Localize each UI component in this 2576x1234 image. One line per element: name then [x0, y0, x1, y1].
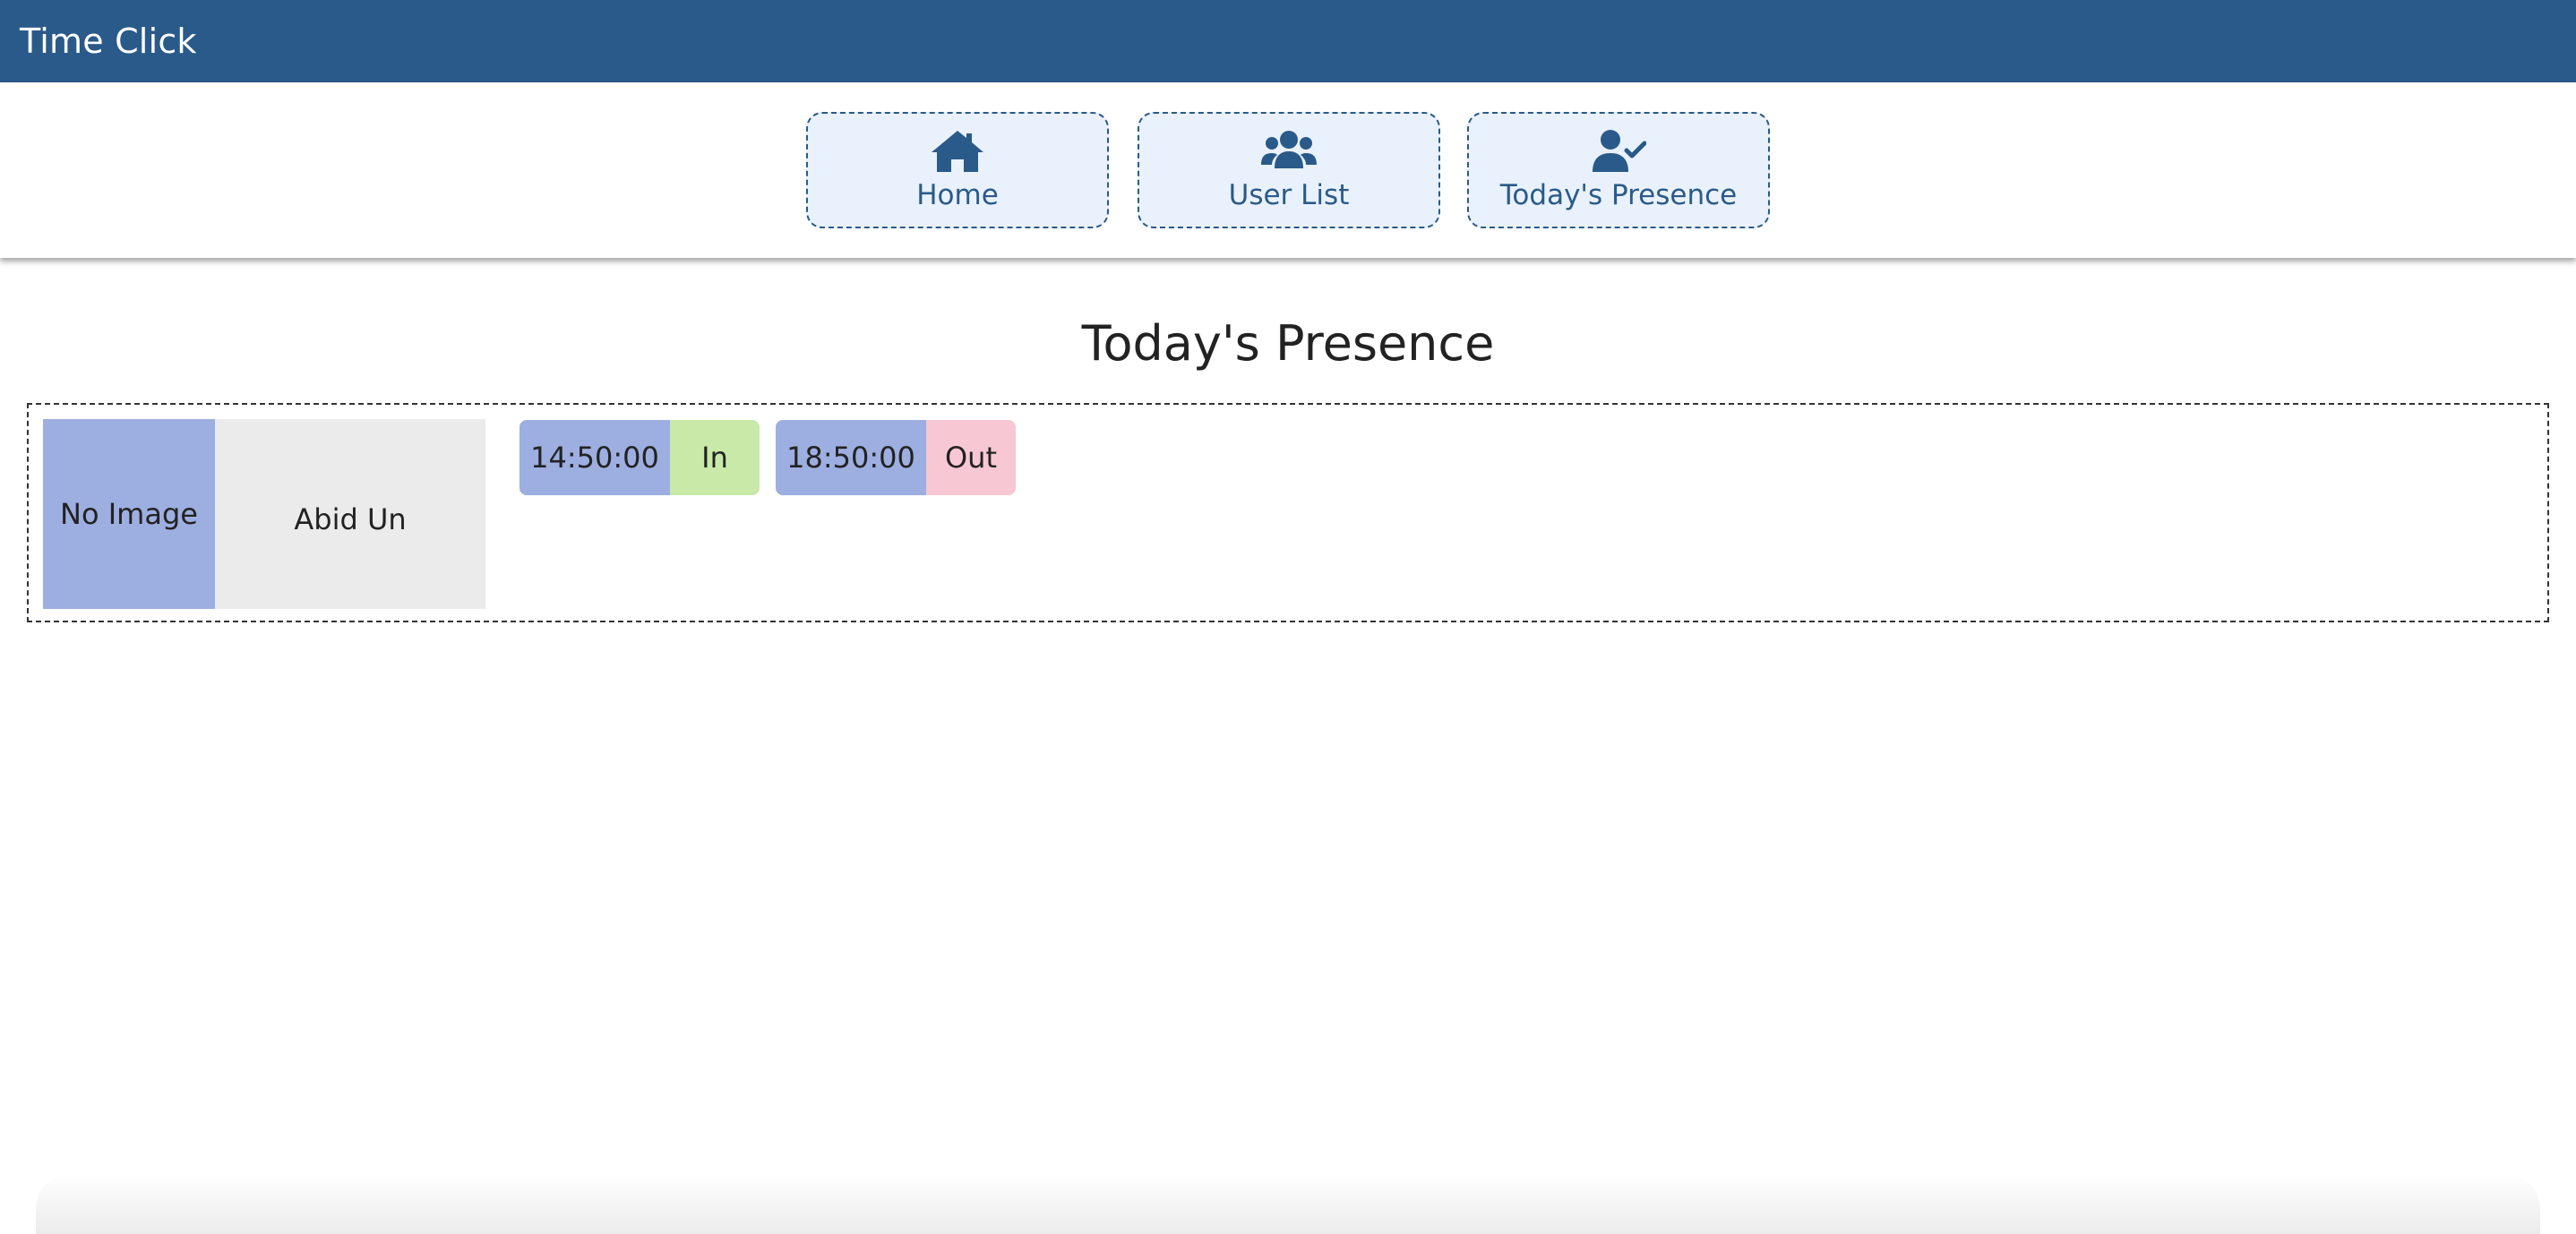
- record-status-in: In: [670, 420, 760, 495]
- main-nav: Home User List Today's Presence: [0, 82, 2576, 258]
- presence-list: No Image Abid Un 14:50:00 In 18:50:00 Ou…: [27, 403, 2549, 622]
- nav-todays-presence-label: Today's Presence: [1499, 179, 1738, 211]
- nav-todays-presence-button[interactable]: Today's Presence: [1467, 112, 1770, 228]
- app-title: Time Click: [20, 21, 197, 61]
- nav-user-list-label: User List: [1228, 179, 1350, 211]
- record-status-out: Out: [926, 420, 1016, 495]
- presence-record: 14:50:00 In: [519, 420, 760, 495]
- user-card: No Image Abid Un: [43, 419, 485, 609]
- record-time: 18:50:00: [776, 420, 926, 495]
- users-icon: [1261, 129, 1317, 174]
- page-title: Today's Presence: [1081, 315, 1495, 372]
- record-time: 14:50:00: [519, 420, 670, 495]
- home-icon: [930, 129, 985, 174]
- app-header: Time Click: [0, 0, 2576, 82]
- presence-record: 18:50:00 Out: [776, 420, 1016, 495]
- nav-home-button[interactable]: Home: [806, 112, 1109, 228]
- user-name: Abid Un: [215, 419, 485, 609]
- nav-home-label: Home: [916, 179, 999, 211]
- bottom-shadow: [36, 1173, 2540, 1234]
- nav-user-list-button[interactable]: User List: [1138, 112, 1440, 228]
- user-check-icon: [1591, 129, 1646, 174]
- user-image-placeholder: No Image: [43, 419, 215, 609]
